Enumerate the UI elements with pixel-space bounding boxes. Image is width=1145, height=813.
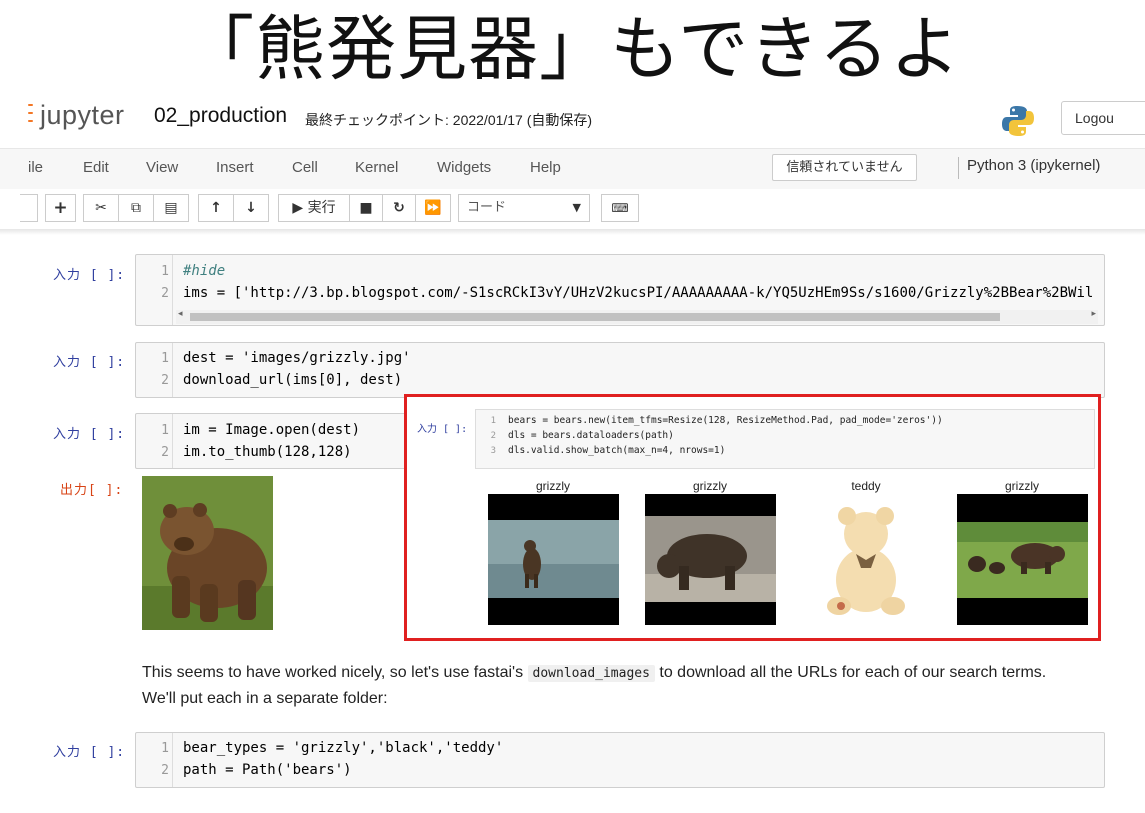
logout-button[interactable]: Logou <box>1061 101 1145 135</box>
menu-kernel[interactable]: Kernel <box>355 159 398 176</box>
menu-widgets[interactable]: Widgets <box>437 159 491 176</box>
line-number: 1 <box>161 351 169 366</box>
code-line: #hide <box>183 263 226 279</box>
kernel-divider <box>958 157 959 179</box>
play-icon: ▶ <box>292 200 304 216</box>
code-line: dls = bears.dataloaders(path) <box>508 430 674 441</box>
run-button[interactable]: ▶ 実行 <box>278 194 350 222</box>
arrow-up-icon: ↑ <box>210 200 222 216</box>
line-number: 2 <box>161 286 169 301</box>
batch-image-grizzly-water <box>488 494 619 625</box>
line-number: 2 <box>161 373 169 388</box>
code-line: im.to_thumb(128,128) <box>183 444 352 460</box>
code-line: bear_types = 'grizzly','black','teddy' <box>183 740 504 756</box>
code-line: dest = 'images/grizzly.jpg' <box>183 350 411 366</box>
scissors-icon: ✂ <box>95 200 107 216</box>
jupyter-logo-icon <box>28 104 36 130</box>
cut-button[interactable]: ✂ <box>83 194 119 222</box>
line-number: 2 <box>161 763 169 778</box>
cell-3-output-prompt: 出力[ ]: <box>60 483 124 498</box>
line-number: 2 <box>161 445 169 460</box>
menu-edit[interactable]: Edit <box>83 159 109 176</box>
stop-icon: ■ <box>359 200 373 216</box>
toolbar-shadow <box>0 229 1145 235</box>
command-palette-button[interactable]: ⌨ <box>601 194 639 222</box>
arrow-down-icon: ↓ <box>245 200 257 216</box>
restart-button[interactable]: ↻ <box>382 194 416 222</box>
markdown-cell: This seems to have worked nicely, so let… <box>142 660 1082 711</box>
batch-label: grizzly <box>1004 479 1039 493</box>
line-number: 1 <box>161 264 169 279</box>
code-line: dls.valid.show_batch(max_n=4, nrows=1) <box>508 445 726 456</box>
code-line: path = Path('bears') <box>183 762 352 778</box>
markdown-text: This seems to have worked nicely, so let… <box>142 664 528 681</box>
cell-2-prompt: 入力 [ ]: <box>53 355 126 370</box>
run-label: 実行 <box>307 200 336 216</box>
cell-type-value: コード <box>467 200 507 215</box>
copy-icon: ⧉ <box>131 200 141 216</box>
overlay-code-cell[interactable]: 1 2 3 bears = bears.new(item_tfms=Resize… <box>475 409 1095 469</box>
batch-image-grizzly-family <box>957 494 1088 625</box>
menu-view[interactable]: View <box>146 159 178 176</box>
line-number: 1 <box>161 423 169 438</box>
keyboard-icon: ⌨ <box>611 201 629 215</box>
code-line: im = Image.open(dest) <box>183 422 361 438</box>
code-cell-1[interactable]: 1 2 #hide ims = ['http://3.bp.blogspot.c… <box>135 254 1105 326</box>
insert-cell-button[interactable]: + <box>45 194 76 222</box>
chevron-down-icon: ▼ <box>572 201 581 214</box>
move-down-button[interactable]: ↓ <box>233 194 269 222</box>
move-up-button[interactable]: ↑ <box>198 194 234 222</box>
restart-icon: ↻ <box>393 200 405 216</box>
notebook-name[interactable]: 02_production <box>154 104 287 128</box>
scroll-left-icon[interactable]: ◂ <box>178 309 183 319</box>
line-number: 1 <box>490 416 496 426</box>
kernel-indicator[interactable]: Python 3 (ipykernel) <box>967 157 1100 174</box>
line-number: 2 <box>490 431 496 441</box>
toolbar: + ✂ ⧉ ▤ ↑ ↓ ▶ 実行 ■ ↻ ⏩ コード ▼ ⌨ <box>0 189 1145 229</box>
code-cell-2[interactable]: 1 2 dest = 'images/grizzly.jpg' download… <box>135 342 1105 398</box>
code-line: bears = bears.new(item_tfms=Resize(128, … <box>508 415 943 426</box>
slide-title: 「熊発見器」もできるよ <box>184 8 961 90</box>
inline-code: download_images <box>527 665 655 682</box>
interrupt-button[interactable]: ■ <box>349 194 383 222</box>
menu-file[interactable]: ile <box>28 159 43 176</box>
cell-3-prompt: 入力 [ ]: <box>53 427 126 442</box>
cell-type-select[interactable]: コード ▼ <box>458 194 590 222</box>
code-line: download_url(ims[0], dest) <box>183 372 403 388</box>
grizzly-bear-image <box>142 476 273 630</box>
batch-label: grizzly <box>535 479 570 493</box>
trust-status-button[interactable]: 信頼されていません <box>772 154 917 181</box>
copy-button[interactable]: ⧉ <box>118 194 154 222</box>
menu-help[interactable]: Help <box>530 159 561 176</box>
horizontal-scrollbar[interactable]: ◂ ▸ <box>176 309 1098 324</box>
save-button[interactable] <box>20 194 38 222</box>
code-cell-3[interactable]: 1 2 im = Image.open(dest) im.to_thumb(12… <box>135 413 415 469</box>
batch-image-grizzly-rocks <box>645 494 776 625</box>
menu-cell[interactable]: Cell <box>292 159 318 176</box>
batch-image-teddy <box>801 494 932 625</box>
jupyter-logo-text[interactable]: jupyter <box>40 100 125 131</box>
scroll-right-icon[interactable]: ▸ <box>1091 309 1096 319</box>
fast-forward-icon: ⏩ <box>424 200 442 216</box>
cell-4-prompt: 入力 [ ]: <box>53 745 126 760</box>
scrollbar-thumb[interactable] <box>190 313 1000 321</box>
paste-icon: ▤ <box>164 200 178 216</box>
code-line: ims = ['http://3.bp.blogspot.com/-S1scRC… <box>183 285 1094 301</box>
highlighted-cell-overlay: 入力 [ ]: 1 2 3 bears = bears.new(item_tfm… <box>404 394 1101 641</box>
line-number: 1 <box>161 741 169 756</box>
line-number: 3 <box>490 446 496 456</box>
code-cell-4[interactable]: 1 2 bear_types = 'grizzly','black','tedd… <box>135 732 1105 788</box>
paste-button[interactable]: ▤ <box>153 194 189 222</box>
overlay-prompt: 入力 [ ]: <box>417 424 468 435</box>
restart-run-all-button[interactable]: ⏩ <box>415 194 451 222</box>
menu-insert[interactable]: Insert <box>216 159 254 176</box>
checkpoint-status: 最終チェックポイント: 2022/01/17 (自動保存) <box>305 112 593 128</box>
cell-1-prompt: 入力 [ ]: <box>53 268 126 283</box>
plus-icon: + <box>53 198 68 218</box>
batch-label: grizzly <box>692 479 727 493</box>
python-logo-icon <box>1002 106 1034 136</box>
batch-label: teddy <box>851 479 881 493</box>
